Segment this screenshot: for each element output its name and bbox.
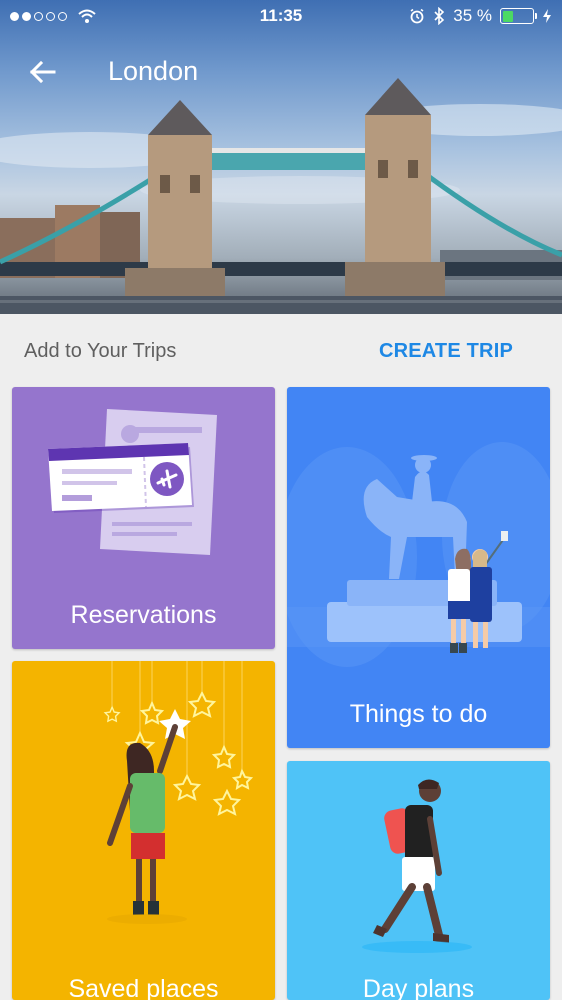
reservations-label: Reservations bbox=[70, 601, 217, 629]
status-bar: 11:35 35 % bbox=[0, 0, 562, 34]
things-to-do-label: Things to do bbox=[349, 700, 488, 728]
statue-illustration bbox=[287, 442, 550, 667]
things-to-do-card[interactable]: Things to do bbox=[287, 387, 550, 748]
trips-section-header: Add to Your Trips CREATE TRIP bbox=[0, 314, 562, 386]
bluetooth-icon bbox=[434, 7, 445, 25]
day-plans-card[interactable]: Day plans bbox=[287, 761, 550, 1000]
charging-icon bbox=[543, 9, 551, 23]
day-plans-label: Day plans bbox=[362, 975, 475, 1000]
battery-percentage: 35 % bbox=[453, 6, 492, 25]
reservations-card[interactable]: Reservations bbox=[12, 387, 275, 649]
arrow-back-icon bbox=[29, 60, 56, 84]
battery-icon bbox=[500, 8, 537, 24]
stars-illustration bbox=[103, 661, 254, 924]
page-title: London bbox=[108, 56, 199, 86]
walking-person-illustration bbox=[362, 779, 472, 953]
app-bar: London bbox=[0, 44, 562, 100]
section-label: Add to Your Trips bbox=[24, 340, 177, 362]
create-trip-button[interactable]: CREATE TRIP bbox=[379, 340, 513, 363]
alarm-icon bbox=[410, 8, 424, 24]
saved-places-label: Saved places bbox=[68, 975, 219, 1000]
back-button[interactable] bbox=[22, 54, 62, 90]
saved-places-card[interactable]: Saved places bbox=[12, 661, 275, 1000]
hero-image: 11:35 35 % London bbox=[0, 0, 562, 314]
